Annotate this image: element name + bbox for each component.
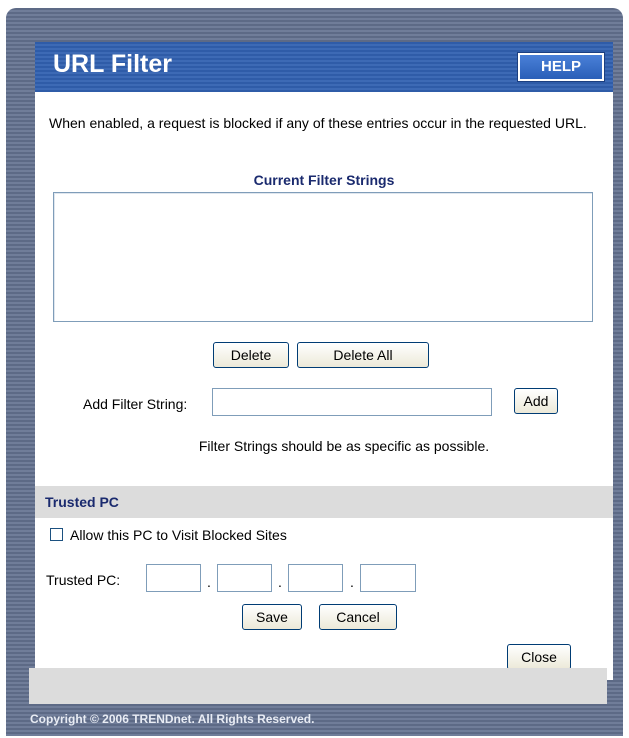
trusted-pc-octet-2[interactable]	[217, 564, 272, 592]
title-bar: URL Filter HELP	[35, 42, 613, 92]
page-title: URL Filter	[53, 50, 172, 78]
delete-button[interactable]: Delete	[213, 342, 289, 368]
copyright-text: Copyright © 2006 TRENDnet. All Rights Re…	[30, 712, 315, 726]
close-button[interactable]: Close	[507, 644, 571, 670]
filter-list-heading: Current Filter Strings	[253, 172, 395, 188]
help-button[interactable]: HELP	[517, 52, 605, 82]
window-frame: URL Filter HELP When enabled, a request …	[6, 8, 623, 736]
trusted-pc-octet-3[interactable]	[288, 564, 343, 592]
trusted-pc-section-title: Trusted PC	[45, 494, 119, 510]
content-panel: When enabled, a request is blocked if an…	[35, 92, 613, 680]
bottom-panel	[29, 668, 607, 704]
filter-hint: Filter Strings should be as specific as …	[198, 438, 490, 454]
add-filter-label: Add Filter String:	[83, 396, 188, 412]
trusted-pc-section-bar: Trusted PC	[35, 486, 613, 518]
trusted-pc-octet-1[interactable]	[146, 564, 201, 592]
octet-separator: .	[207, 574, 211, 590]
delete-all-button[interactable]: Delete All	[297, 342, 429, 368]
filter-strings-list[interactable]	[53, 192, 593, 322]
description-text: When enabled, a request is blocked if an…	[49, 115, 587, 131]
add-button[interactable]: Add	[514, 388, 558, 414]
trusted-pc-label: Trusted PC:	[46, 572, 121, 588]
octet-separator: .	[278, 574, 282, 590]
allow-blocked-sites-label: Allow this PC to Visit Blocked Sites	[70, 527, 287, 543]
trusted-pc-octet-4[interactable]	[360, 564, 416, 592]
octet-separator: .	[350, 574, 354, 590]
cancel-button[interactable]: Cancel	[319, 604, 397, 630]
save-button[interactable]: Save	[242, 604, 302, 630]
allow-blocked-sites-checkbox[interactable]	[50, 528, 63, 541]
add-filter-input[interactable]	[212, 388, 492, 416]
